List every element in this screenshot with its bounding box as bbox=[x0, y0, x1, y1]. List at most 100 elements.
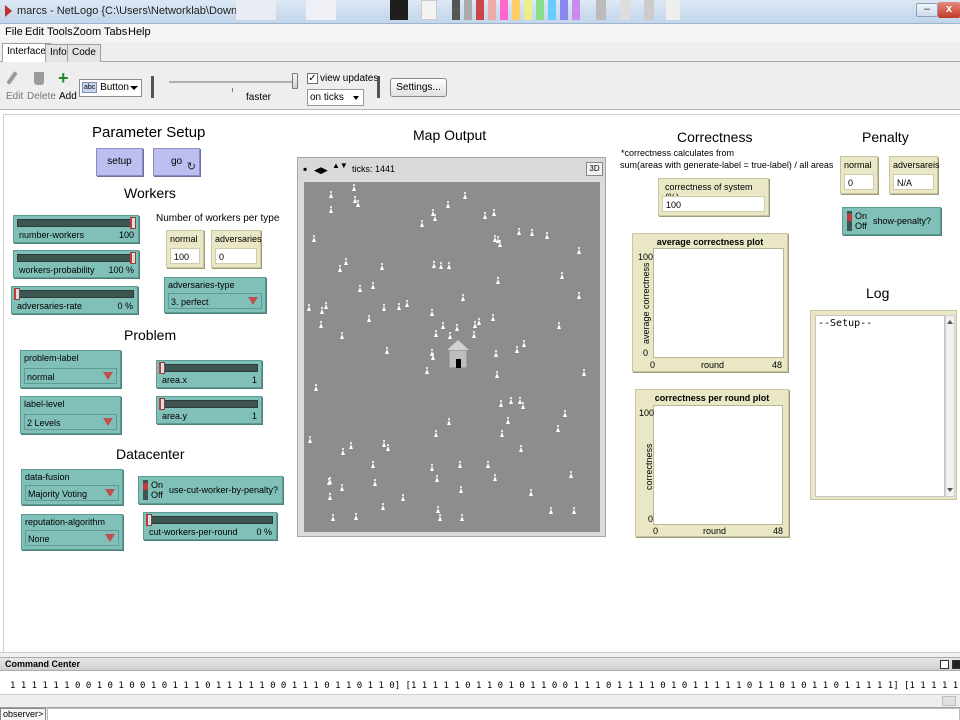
menu-tools[interactable]: Tools bbox=[47, 26, 73, 38]
scroll-up-icon[interactable] bbox=[947, 320, 953, 324]
menu-edit[interactable]: Edit bbox=[25, 26, 44, 38]
clear-icon[interactable] bbox=[952, 660, 960, 669]
switch-on-label: On bbox=[151, 480, 164, 490]
maximize-icon[interactable] bbox=[940, 660, 949, 669]
menu-help[interactable]: Help bbox=[128, 26, 151, 38]
area-y-slider[interactable]: area.y 1 bbox=[156, 396, 262, 424]
problem-label-chooser[interactable]: problem-label normal bbox=[20, 350, 121, 388]
chooser-box[interactable]: None bbox=[25, 530, 119, 546]
cut-workers-per-round-slider[interactable]: cut-workers-per-round 0 % bbox=[143, 512, 277, 540]
world-canvas[interactable] bbox=[304, 182, 600, 532]
command-input[interactable] bbox=[47, 708, 960, 720]
tab-code[interactable]: Code bbox=[67, 44, 101, 62]
menu-file[interactable]: File bbox=[5, 26, 23, 38]
chooser-box[interactable]: normal bbox=[24, 368, 117, 384]
label-level-chooser[interactable]: label-level 2 Levels bbox=[20, 396, 121, 434]
worker-person-icon bbox=[498, 240, 502, 247]
speed-slider-tick bbox=[232, 88, 233, 92]
slider-knob[interactable] bbox=[159, 398, 165, 410]
worker-person-icon bbox=[577, 247, 581, 254]
use-cut-worker-switch[interactable]: On Off use-cut-worker-by-penalty? bbox=[138, 476, 283, 504]
worker-person-icon bbox=[509, 397, 513, 404]
speed-slider-track[interactable] bbox=[169, 81, 297, 83]
slider-knob[interactable] bbox=[14, 288, 20, 300]
close-button[interactable]: x bbox=[938, 2, 960, 18]
vertical-resize-icon[interactable]: ▲▼ bbox=[332, 162, 348, 170]
data-fusion-chooser[interactable]: data-fusion Majority Voting bbox=[21, 469, 123, 505]
slider-knob[interactable] bbox=[130, 252, 136, 264]
worker-person-icon bbox=[459, 486, 463, 493]
adversaries-type-chooser[interactable]: adversaries-type 3. perfect bbox=[164, 277, 266, 313]
settings-button[interactable]: Settings... bbox=[390, 78, 447, 97]
worker-person-icon bbox=[340, 332, 344, 339]
worker-person-icon bbox=[439, 262, 443, 269]
y-axis-label: average correctness bbox=[641, 262, 651, 344]
chevron-down-icon bbox=[130, 86, 138, 90]
log-scrollbar[interactable] bbox=[945, 315, 955, 497]
observer-select[interactable]: observer> bbox=[0, 708, 46, 720]
netlogo-window: marcs - NetLogo {C:\Users\Networklab\Dow… bbox=[0, 0, 960, 720]
worker-person-icon bbox=[405, 300, 409, 307]
go-button[interactable]: go ↻ bbox=[153, 148, 200, 176]
x-min-label: 0 bbox=[653, 526, 659, 536]
slider-label: cut-workers-per-round bbox=[149, 527, 238, 537]
view-updates-checkbox[interactable]: ✓ bbox=[307, 73, 318, 84]
speed-label: faster bbox=[246, 92, 272, 103]
worker-person-icon bbox=[496, 277, 500, 284]
chooser-value: normal bbox=[27, 372, 55, 382]
reputation-algorithm-chooser[interactable]: reputation-algorithm None bbox=[21, 514, 123, 550]
horizontal-resize-icon[interactable]: ◀▶ bbox=[314, 164, 328, 176]
update-mode-select[interactable]: on ticks bbox=[307, 89, 364, 106]
correctness-per-round-plot: correctness per round plot 100 0 correct… bbox=[635, 389, 789, 537]
horizontal-scrollbar[interactable] bbox=[0, 694, 960, 707]
workers-probability-slider[interactable]: workers-probability 100 % bbox=[13, 250, 139, 278]
switch-lever bbox=[847, 214, 852, 221]
slider-track bbox=[147, 516, 273, 524]
chooser-box[interactable]: 3. perfect bbox=[168, 293, 262, 309]
setup-button[interactable]: setup bbox=[96, 148, 143, 176]
widget-type-select[interactable]: abc Button bbox=[79, 79, 142, 97]
tab-interface[interactable]: Interface bbox=[2, 43, 51, 63]
monitor-value: N/A bbox=[893, 174, 934, 190]
slider-track bbox=[160, 400, 258, 408]
minimize-button[interactable]: – bbox=[916, 3, 938, 17]
slider-knob[interactable] bbox=[146, 514, 152, 526]
desktop-background-strip bbox=[236, 0, 876, 22]
switch-toggle[interactable]: On Off bbox=[143, 480, 163, 500]
chooser-box[interactable]: 2 Levels bbox=[24, 414, 117, 430]
chooser-label: label-level bbox=[24, 399, 65, 409]
scroll-down-icon[interactable] bbox=[947, 488, 953, 492]
adversaries-rate-slider[interactable]: adversaries-rate 0 % bbox=[11, 286, 138, 314]
scroll-right-icon[interactable] bbox=[942, 696, 956, 706]
map-output-heading: Map Output bbox=[413, 127, 487, 143]
switch-off-label: Off bbox=[855, 221, 867, 231]
worker-person-icon bbox=[556, 425, 560, 432]
slider-knob[interactable] bbox=[130, 217, 136, 229]
chooser-value: None bbox=[28, 534, 50, 544]
switch-toggle[interactable]: On Off bbox=[847, 211, 867, 231]
number-workers-slider[interactable]: number-workers 100 bbox=[13, 215, 139, 243]
slider-knob[interactable] bbox=[159, 362, 165, 374]
chooser-label: adversaries-type bbox=[168, 280, 235, 290]
y-min-label: 0 bbox=[648, 514, 654, 524]
switch-label: use-cut-worker-by-penalty? bbox=[169, 485, 279, 495]
penalty-heading: Penalty bbox=[862, 129, 909, 145]
3d-view-button[interactable]: 3D bbox=[586, 162, 603, 176]
view-toggle-icon[interactable]: ▪ bbox=[303, 163, 307, 175]
y-max-label: 100 bbox=[639, 408, 655, 418]
speed-slider-thumb[interactable] bbox=[292, 73, 298, 89]
menu-zoom[interactable]: Zoom bbox=[73, 26, 101, 38]
plot-title: correctness per round plot bbox=[654, 393, 770, 403]
menu-tabs[interactable]: Tabs bbox=[104, 26, 127, 38]
log-text[interactable]: --Setup-- bbox=[815, 315, 945, 497]
x-axis-label: round bbox=[701, 360, 725, 370]
area-x-slider[interactable]: area.x 1 bbox=[156, 360, 262, 388]
forever-icon: ↻ bbox=[186, 161, 196, 173]
worker-person-icon bbox=[381, 503, 385, 510]
worker-person-icon bbox=[371, 461, 375, 468]
chooser-box[interactable]: Majority Voting bbox=[25, 485, 119, 501]
show-penalty-switch[interactable]: On Off show-penalty? bbox=[842, 207, 941, 235]
y-max-label: 100 bbox=[638, 252, 654, 262]
x-max-label: 48 bbox=[772, 360, 783, 370]
worker-person-icon bbox=[492, 209, 496, 216]
